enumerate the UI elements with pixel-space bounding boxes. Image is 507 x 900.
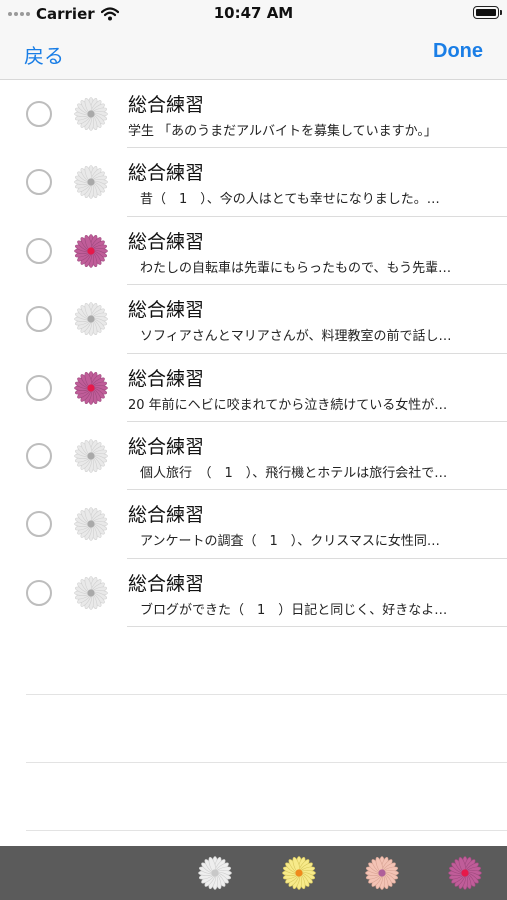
empty-row-divider bbox=[26, 830, 507, 831]
select-radio[interactable] bbox=[26, 101, 52, 127]
select-radio[interactable] bbox=[26, 169, 52, 196]
item-title: 総合練習 bbox=[128, 504, 205, 527]
status-bar: Carrier 10:47 AM bbox=[0, 0, 507, 28]
item-subtitle: 20 年前にヘビに咬まれてから泣き続けている女性が… bbox=[128, 397, 448, 413]
list-item[interactable]: 総合練習 20 年前にヘビに咬まれてから泣き続けている女性が… bbox=[0, 354, 507, 422]
list-item[interactable]: 総合練習 わたしの自転車は先輩にもらったもので、もう先輩… bbox=[0, 217, 507, 286]
item-subtitle: ブログができた（ 1 ）日記と同じく、好きなよ… bbox=[140, 602, 448, 618]
item-subtitle: 昔（ 1 ）、今の人はとても幸せになりました。… bbox=[140, 192, 440, 208]
select-radio[interactable] bbox=[26, 374, 52, 401]
item-title: 総合練習 bbox=[128, 94, 205, 116]
gray-flower-icon bbox=[74, 302, 108, 336]
select-radio[interactable] bbox=[26, 579, 52, 606]
navigation-bar: 戻る Done bbox=[0, 28, 507, 80]
item-subtitle: ソフィアさんとマリアさんが、料理教室の前で話し… bbox=[140, 329, 452, 345]
yellow-flower-icon[interactable] bbox=[281, 855, 317, 891]
gray-flower-icon bbox=[74, 575, 108, 610]
select-radio[interactable] bbox=[26, 442, 52, 469]
pink-flower-icon bbox=[74, 233, 108, 268]
select-radio[interactable] bbox=[26, 237, 52, 264]
list-item[interactable]: 総合練習 昔（ 1 ）、今の人はとても幸せになりました。… bbox=[0, 148, 507, 217]
select-radio[interactable] bbox=[26, 306, 52, 333]
pink-flower-icon bbox=[74, 370, 108, 405]
gray-flower-icon bbox=[74, 97, 108, 131]
gray-flower-icon bbox=[74, 439, 108, 473]
empty-row-divider bbox=[26, 762, 507, 763]
item-title: 総合練習 bbox=[128, 572, 205, 595]
item-title: 総合練習 bbox=[128, 435, 205, 458]
list-item[interactable]: 総合練習 ブログができた（ 1 ）日記と同じく、好きなよ… bbox=[0, 559, 507, 628]
exercise-list: 総合練習 学生 「あのうまだアルバイトを募集していますか。」 総合練習 昔（ 1… bbox=[0, 80, 507, 628]
pink-flower-icon[interactable] bbox=[447, 855, 483, 891]
select-radio[interactable] bbox=[26, 511, 52, 538]
list-item[interactable]: 総合練習 個人旅行 （ 1 ）、飛行機とホテルは旅行会社で… bbox=[0, 422, 507, 491]
flower-filter-toolbar bbox=[0, 846, 507, 900]
empty-row-divider bbox=[26, 694, 507, 695]
item-title: 総合練習 bbox=[128, 367, 205, 390]
peach-flower-icon[interactable] bbox=[364, 855, 400, 891]
done-button[interactable]: Done bbox=[433, 40, 483, 63]
row-divider bbox=[127, 626, 507, 628]
item-title: 総合練習 bbox=[128, 230, 205, 253]
item-subtitle: アンケートの調査（ 1 ）、クリスマスに女性同… bbox=[140, 534, 440, 550]
list-item[interactable]: 総合練習 学生 「あのうまだアルバイトを募集していますか。」 bbox=[0, 80, 507, 149]
status-time: 10:47 AM bbox=[213, 4, 294, 22]
item-title: 総合練習 bbox=[128, 299, 205, 322]
battery-icon bbox=[473, 6, 502, 19]
gray-flower-icon bbox=[74, 507, 108, 542]
item-title: 総合練習 bbox=[128, 162, 205, 185]
list-item[interactable]: 総合練習 アンケートの調査（ 1 ）、クリスマスに女性同… bbox=[0, 490, 507, 559]
item-subtitle: 学生 「あのうまだアルバイトを募集していますか。」 bbox=[128, 124, 437, 139]
list-item[interactable]: 総合練習 ソフィアさんとマリアさんが、料理教室の前で話し… bbox=[0, 285, 507, 354]
white-flower-icon[interactable] bbox=[197, 855, 233, 891]
item-subtitle: わたしの自転車は先輩にもらったもので、もう先輩… bbox=[140, 260, 452, 276]
item-subtitle: 個人旅行 （ 1 ）、飛行機とホテルは旅行会社で… bbox=[140, 465, 448, 481]
gray-flower-icon bbox=[74, 165, 108, 200]
back-button[interactable]: 戻る bbox=[24, 40, 64, 69]
